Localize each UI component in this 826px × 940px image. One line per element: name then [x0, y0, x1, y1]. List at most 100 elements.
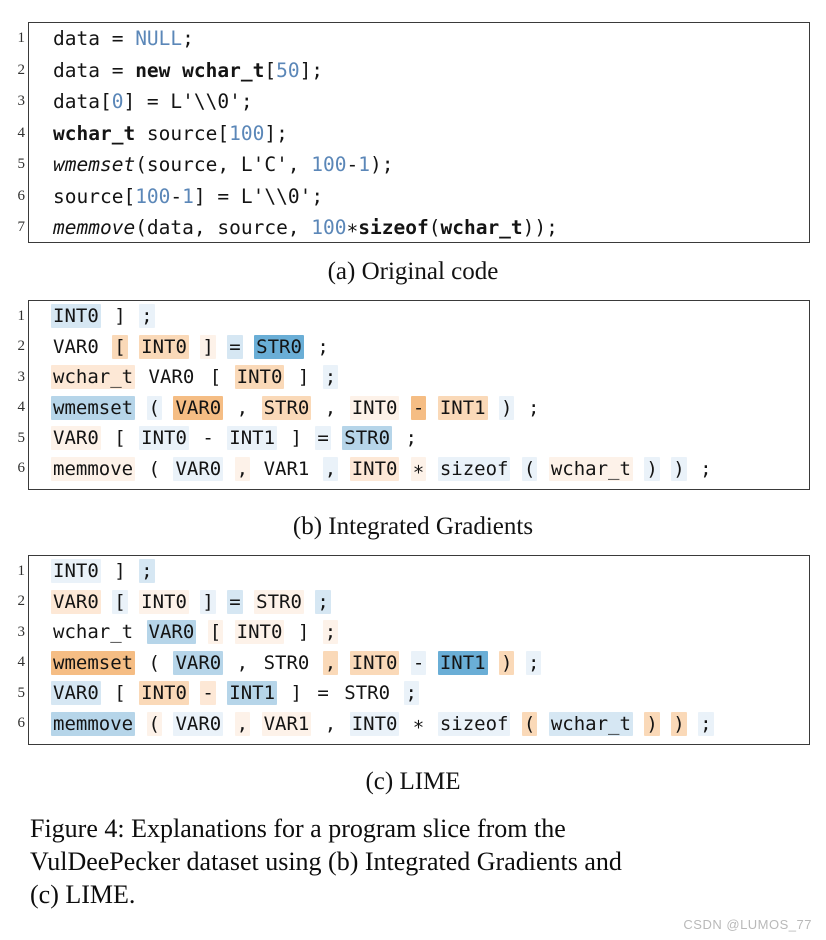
token-gap: [216, 591, 227, 613]
highlighted-token: ;: [403, 681, 419, 706]
highlighted-token: ): [499, 650, 515, 675]
code-text: wchar_t VAR0 [ INT0 ] ;: [51, 365, 339, 390]
token-gap: [311, 397, 322, 419]
line-number: 2: [17, 338, 26, 355]
code-lines-a: 1 data = NULL; 2 data = new wchar_t[50]; 3 da…: [18, 23, 809, 244]
token-gap: [250, 397, 261, 419]
token-gap: [331, 682, 342, 704]
highlighted-token: ;: [525, 395, 542, 420]
code-lines-c: 1 INT0 ] ; 2 VAR0 [ INT0 ] = STR0 ; 3 wchar_t…: [18, 556, 809, 740]
highlighted-token: =: [227, 589, 243, 614]
code-text: wmemset(source, L'C', 100-1);: [53, 153, 394, 176]
highlighted-token: INT0: [139, 681, 189, 706]
code-box-c: 1 INT0 ] ; 2 VAR0 [ INT0 ] = STR0 ; 3 wchar_t…: [18, 555, 810, 745]
token-gap: [243, 336, 254, 358]
code-text: data[0] = L'\\0';: [53, 90, 253, 113]
code-box-b: 1 INT0 ] ; 2 VAR0 [ INT0 ] = STR0 ; 3 wchar_t…: [18, 300, 810, 490]
caption-line: VulDeePecker dataset using (b) Integrate…: [30, 847, 622, 876]
highlighted-token: INT0: [234, 620, 285, 645]
code-line: 3 wchar_t VAR0 [ INT0 ] ;: [18, 362, 809, 393]
token-gap: [488, 652, 499, 674]
panel-lime: 1 INT0 ] ; 2 VAR0 [ INT0 ] = STR0 ; 3 wchar_t…: [18, 555, 810, 745]
highlighted-token: [: [207, 365, 224, 390]
highlighted-token: ]: [200, 334, 216, 359]
code-token: new wchar_t: [135, 58, 265, 82]
highlighted-token: ;: [403, 426, 419, 451]
code-token: 100: [229, 121, 265, 145]
highlighted-token: ]: [112, 304, 128, 329]
code-token: ];: [299, 58, 324, 82]
token-gap: [304, 427, 315, 449]
token-gap: [250, 713, 261, 735]
code-line: 2 VAR0 [ INT0 ] = STR0 ;: [18, 587, 809, 618]
token-gap: [250, 652, 261, 674]
highlighted-token: INT1: [227, 681, 278, 706]
token-gap: [304, 336, 315, 358]
token-gap: [135, 713, 146, 735]
code-text: data = new wchar_t[50];: [53, 59, 323, 82]
token-gap: [331, 427, 342, 449]
highlighted-token: INT1: [227, 426, 278, 451]
code-line: 4 wchar_t source[100];: [18, 118, 809, 150]
code-line: 1 INT0 ] ;: [18, 556, 809, 587]
code-token: 100: [135, 184, 171, 208]
token-gap: [101, 591, 112, 613]
highlighted-token: [: [112, 334, 128, 359]
line-number: 5: [17, 684, 26, 701]
code-line: 3 wchar_t VAR0 [ INT0 ] ;: [18, 617, 809, 648]
token-gap: [277, 427, 288, 449]
token-gap: [514, 397, 525, 419]
highlighted-token: ;: [525, 650, 542, 675]
token-gap: [243, 591, 254, 613]
token-gap: [311, 366, 322, 388]
line-number: 4: [17, 654, 26, 671]
panel-original-code: 1 data = NULL; 2 data = new wchar_t[50]; 3 da…: [18, 22, 810, 244]
line-number: 5: [17, 156, 26, 173]
highlighted-token: =: [315, 426, 331, 451]
code-token: wchar_t: [440, 216, 523, 240]
code-line: 7 memmove(data, source, 100∗sizeof(wchar_…: [18, 212, 809, 244]
highlighted-token: ;: [698, 711, 714, 736]
code-token: ] = L'\\0';: [193, 184, 324, 208]
highlighted-token: INT0: [349, 711, 400, 736]
highlighted-token: ]: [295, 365, 312, 390]
token-gap: [135, 621, 146, 643]
token-gap: [633, 458, 644, 480]
token-gap: [216, 682, 227, 704]
highlighted-token: ]: [288, 681, 304, 706]
code-line: 6 memmove ( VAR0 , VAR1 , INT0 ∗ sizeof (…: [18, 709, 809, 740]
code-text: wchar_t VAR0 [ INT0 ] ;: [51, 620, 339, 645]
token-gap: [189, 336, 200, 358]
highlighted-token: ,: [322, 650, 339, 675]
highlighted-token: INT0: [234, 365, 285, 390]
subcaption-c: (c) LIME: [365, 768, 461, 795]
highlighted-token: ,: [234, 456, 251, 481]
highlighted-token: VAR0: [173, 395, 224, 420]
token-gap: [101, 305, 112, 327]
highlighted-token: ;: [698, 456, 714, 481]
token-gap: [311, 713, 322, 735]
code-text: memmove ( VAR0 , VAR1 , INT0 ∗ sizeof ( …: [51, 456, 714, 481]
highlighted-token: STR0: [254, 589, 304, 614]
token-gap: [101, 682, 112, 704]
highlighted-token: (: [146, 395, 162, 420]
code-token: sizeof: [358, 216, 429, 240]
line-number: 1: [17, 562, 26, 579]
token-gap: [101, 560, 112, 582]
code-line: 3 data[0] = L'\\0';: [18, 86, 809, 118]
highlighted-token: ∗: [410, 711, 427, 736]
token-gap: [128, 682, 139, 704]
line-number: 2: [17, 61, 26, 78]
highlighted-token: ;: [139, 559, 155, 584]
highlighted-token: INT0: [349, 395, 400, 420]
token-gap: [189, 591, 200, 613]
code-line: 4 wmemset ( VAR0 , STR0 , INT0 - INT1 ) ;: [18, 393, 809, 424]
token-gap: [128, 591, 139, 613]
line-number: 2: [17, 593, 26, 610]
highlighted-token: -: [410, 650, 427, 675]
code-token: (data, source,: [135, 216, 312, 240]
line-number: 1: [17, 30, 26, 47]
highlighted-token: wchar_t: [548, 456, 633, 481]
token-gap: [216, 336, 227, 358]
token-gap: [426, 397, 437, 419]
